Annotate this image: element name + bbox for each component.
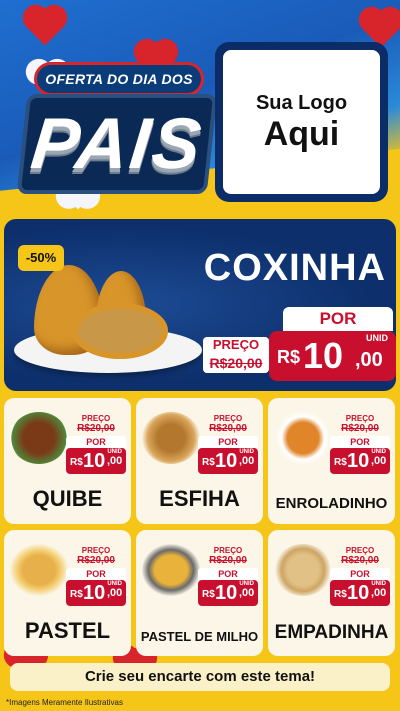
featured-product[interactable]: -50% COXINHA PREÇO R$20,00 POR R$ 10 ,00… (4, 219, 396, 391)
unit-label: UNID (371, 449, 386, 455)
featured-old-price: PREÇO R$20,00 (203, 337, 269, 373)
price-integer: 10 (215, 582, 238, 604)
promo-badge: OFERTA DO DIA DOS PAIS (12, 54, 218, 204)
price-integer: 10 (347, 450, 370, 472)
old-price: R$20,00 (341, 423, 379, 434)
pastel-image (10, 544, 68, 596)
product-card-quibe[interactable]: PREÇO R$20,00 POR R$ 10 ,00 UNID QUIBE (4, 398, 131, 524)
price-box: R$ 10 ,00 UNID (198, 448, 258, 474)
badge-main-text: PAIS (16, 94, 218, 194)
currency: R$ (334, 457, 347, 468)
currency: R$ (277, 347, 301, 367)
preco-label: PREÇO (345, 414, 375, 423)
logo-placeholder[interactable]: Sua Logo Aqui (215, 42, 388, 202)
coxinha-image (72, 303, 168, 359)
price-decimal: ,00 (239, 587, 255, 599)
currency: R$ (334, 589, 347, 600)
price-box: R$ 10 ,00 UNID (198, 580, 258, 606)
por-label: POR (283, 307, 393, 331)
unit-label: UNID (239, 581, 254, 587)
price-tag: PREÇO R$20,00 POR R$ 10 ,00 UNID (66, 414, 126, 474)
enroladinho-image (274, 412, 332, 464)
product-name: EMPADINHA (274, 622, 389, 643)
price-tag: PREÇO R$20,00 POR R$ 10 ,00 UNID (330, 414, 390, 474)
product-name: ESFIHA (159, 486, 240, 511)
price-decimal: ,00 (239, 455, 255, 467)
empadinha-image (274, 544, 332, 596)
por-label: POR (198, 436, 258, 448)
logo-inner: Sua Logo Aqui (223, 50, 380, 194)
discount-badge: -50% (18, 245, 64, 271)
esfiha-image (142, 412, 200, 464)
currency: R$ (70, 589, 83, 600)
price-decimal: ,00 (371, 455, 387, 467)
currency: R$ (202, 457, 215, 468)
price-integer: 10 (83, 450, 106, 472)
unit-label: UNID (371, 581, 386, 587)
por-label: POR (198, 568, 258, 580)
old-price: R$20,00 (341, 555, 379, 566)
por-label: POR (330, 436, 390, 448)
price-integer: 10 (215, 450, 238, 472)
price-box: R$ 10 ,00 UNID (330, 580, 390, 606)
price-decimal: ,00 (355, 349, 383, 371)
price-box: R$ 10 ,00 UNID (330, 448, 390, 474)
unit-label: UNID (107, 581, 122, 587)
product-name: PASTEL DE MILHO (140, 629, 259, 644)
price-integer: 10 (303, 335, 344, 376)
product-card-empadinha[interactable]: PREÇO R$20,00 POR R$ 10 ,00 UNID EMPADIN… (268, 530, 395, 656)
preco-label: PREÇO (213, 414, 243, 423)
price-decimal: ,00 (107, 455, 123, 467)
featured-name: COXINHA (203, 247, 386, 289)
badge-top-text: OFERTA DO DIA DOS (34, 62, 204, 96)
preco-label: PREÇO (203, 337, 269, 353)
price-tag: PREÇO R$20,00 POR R$ 10 ,00 UNID (330, 546, 390, 606)
unit-label: UNID (107, 449, 122, 455)
price-tag: PREÇO R$20,00 POR R$ 10 ,00 UNID (198, 414, 258, 474)
unit-label: UNID (239, 449, 254, 455)
currency: R$ (202, 589, 215, 600)
preco-label: PREÇO (81, 414, 111, 423)
unit-label: UNID (366, 333, 388, 343)
price-tag: PREÇO R$20,00 POR R$ 10 ,00 UNID (198, 546, 258, 606)
price-integer: 10 (347, 582, 370, 604)
pastel-de-milho-image (142, 544, 200, 596)
cta-banner[interactable]: Crie seu encarte com este tema! (10, 663, 390, 691)
featured-price: R$ 10 ,00 UNID (269, 331, 396, 381)
price-box: R$ 10 ,00 UNID (66, 448, 126, 474)
product-card-pastel-de-milho[interactable]: PREÇO R$20,00 POR R$ 10 ,00 UNID PASTEL … (136, 530, 263, 656)
por-label: POR (66, 436, 126, 448)
por-label: POR (330, 568, 390, 580)
por-label: POR (66, 568, 126, 580)
preco-label: PREÇO (213, 546, 243, 555)
product-name: PASTEL (24, 618, 111, 643)
product-card-pastel[interactable]: PREÇO R$20,00 POR R$ 10 ,00 UNID PASTEL (4, 530, 131, 656)
preco-label: PREÇO (81, 546, 111, 555)
old-price: R$20,00 (209, 423, 247, 434)
old-price: R$20,00 (77, 555, 115, 566)
price-decimal: ,00 (371, 587, 387, 599)
price-tag: PREÇO R$20,00 POR R$ 10 ,00 UNID (66, 546, 126, 606)
price-box: R$ 10 ,00 UNID (66, 580, 126, 606)
price-decimal: ,00 (107, 587, 123, 599)
currency: R$ (70, 457, 83, 468)
product-name: QUIBE (32, 486, 103, 511)
logo-line2: Aqui (263, 114, 340, 153)
preco-label: PREÇO (345, 546, 375, 555)
product-name: ENROLADINHO (275, 495, 388, 512)
old-price: R$20,00 (77, 423, 115, 434)
logo-line1: Sua Logo (255, 91, 348, 114)
old-price: R$20,00 (209, 555, 247, 566)
product-card-enroladinho[interactable]: PREÇO R$20,00 POR R$ 10 ,00 UNID ENROLAD… (268, 398, 395, 524)
old-price: R$20,00 (203, 353, 269, 373)
product-card-esfiha[interactable]: PREÇO R$20,00 POR R$ 10 ,00 UNID ESFIHA (136, 398, 263, 524)
disclaimer-text: *Imagens Meramente Ilustrativas (6, 698, 123, 707)
price-integer: 10 (83, 582, 106, 604)
quibe-image (10, 412, 68, 464)
